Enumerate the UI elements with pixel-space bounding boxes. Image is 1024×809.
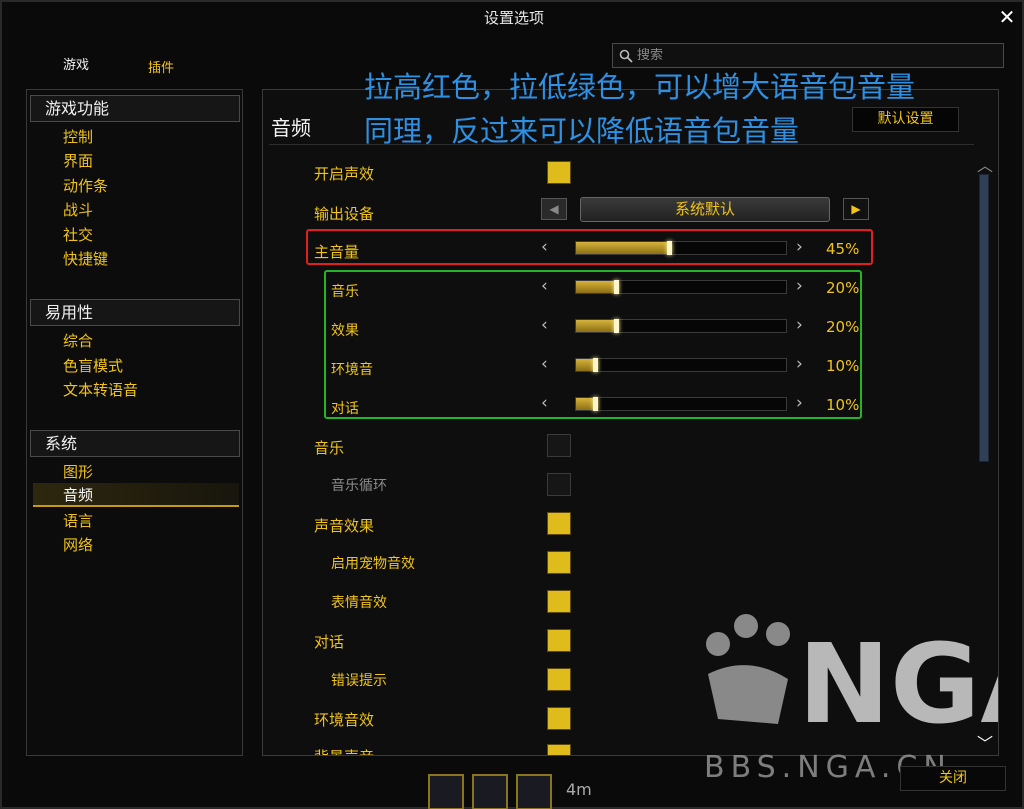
ambient-sounds-checkbox[interactable] bbox=[547, 707, 571, 730]
action-slot[interactable] bbox=[516, 774, 552, 809]
close-icon[interactable]: ✕ bbox=[996, 6, 1018, 28]
sidebar-item-text-to-speech[interactable]: 文本转语音 bbox=[63, 379, 138, 400]
ambience-volume-thumb[interactable] bbox=[593, 358, 598, 372]
pet-sounds-checkbox[interactable] bbox=[547, 551, 571, 574]
nga-logo-watermark: NGA bbox=[706, 614, 998, 734]
sidebar-item-controls[interactable]: 控制 bbox=[63, 126, 93, 147]
effects-volume-fill bbox=[576, 320, 618, 332]
sidebar-item-keybindings[interactable]: 快捷键 bbox=[63, 248, 108, 269]
music-volume-value: 20% bbox=[826, 279, 860, 297]
close-button[interactable]: 关闭 bbox=[900, 766, 1006, 791]
output-device-dropdown[interactable]: 系统默认 bbox=[580, 197, 830, 222]
sidebar-item-interface[interactable]: 界面 bbox=[63, 150, 93, 171]
action-slot[interactable] bbox=[472, 774, 508, 809]
output-device-label: 输出设备 bbox=[314, 205, 375, 223]
settings-window: 设置选项 ✕ 游戏 插件 游戏功能 控制 界面 动作条 战斗 社交 快捷键 易用… bbox=[0, 0, 1024, 809]
output-device-prev-button[interactable]: ◀ bbox=[541, 198, 567, 220]
sound-effects-label: 声音效果 bbox=[314, 517, 375, 535]
effects-volume-increase-icon[interactable]: › bbox=[796, 315, 803, 335]
dialog-volume-decrease-icon[interactable]: ‹ bbox=[541, 393, 548, 413]
tab-addons[interactable]: 插件 bbox=[148, 57, 174, 76]
default-settings-button[interactable]: 默认设置 bbox=[852, 107, 959, 132]
effects-volume-slider[interactable] bbox=[575, 319, 787, 333]
ambient-sounds-label: 环境音效 bbox=[314, 711, 375, 729]
category-header-gameplay[interactable]: 游戏功能 bbox=[30, 95, 240, 122]
title-bar: 设置选项 ✕ bbox=[2, 2, 1024, 36]
window-title: 设置选项 bbox=[483, 9, 544, 27]
sidebar-item-colorblind[interactable]: 色盲模式 bbox=[63, 355, 123, 376]
search-icon bbox=[619, 49, 633, 63]
dialog-volume-thumb[interactable] bbox=[593, 397, 598, 411]
dialog-toggle-label: 对话 bbox=[314, 633, 345, 651]
music-loop-checkbox[interactable] bbox=[547, 473, 571, 496]
music-volume-label: 音乐 bbox=[331, 284, 359, 300]
effects-volume-label: 效果 bbox=[331, 323, 359, 339]
sidebar-item-audio[interactable]: 音频 bbox=[33, 483, 239, 507]
ambience-volume-label: 环境音 bbox=[331, 362, 373, 378]
dialog-volume-value: 10% bbox=[826, 396, 860, 414]
ambience-volume-decrease-icon[interactable]: ‹ bbox=[541, 354, 548, 374]
background-sound-label: 背景声音 bbox=[314, 746, 374, 755]
watermark-logo-text: NGA bbox=[798, 620, 998, 734]
master-volume-fill bbox=[576, 242, 671, 254]
page-title: 音频 bbox=[271, 116, 311, 140]
action-bar-fragment: 4m bbox=[426, 770, 596, 809]
master-volume-thumb[interactable] bbox=[667, 241, 672, 255]
master-volume-value: 45% bbox=[826, 240, 860, 258]
dialog-volume-label: 对话 bbox=[331, 401, 359, 417]
sidebar-item-combat[interactable]: 战斗 bbox=[63, 199, 93, 220]
action-slot[interactable] bbox=[428, 774, 464, 809]
effects-volume-thumb[interactable] bbox=[614, 319, 619, 333]
dialog-volume-increase-icon[interactable]: › bbox=[796, 393, 803, 413]
sidebar-item-graphics[interactable]: 图形 bbox=[63, 461, 93, 482]
ambience-volume-increase-icon[interactable]: › bbox=[796, 354, 803, 374]
master-volume-slider[interactable] bbox=[575, 241, 787, 255]
music-volume-slider[interactable] bbox=[575, 280, 787, 294]
category-sidebar: 游戏功能 控制 界面 动作条 战斗 社交 快捷键 易用性 综合 色盲模式 文本转… bbox=[26, 89, 243, 756]
enable-sound-checkbox[interactable] bbox=[547, 161, 571, 184]
pet-sounds-label: 启用宠物音效 bbox=[331, 556, 415, 572]
error-speech-label: 错误提示 bbox=[331, 673, 387, 689]
sidebar-item-social[interactable]: 社交 bbox=[63, 224, 93, 245]
sidebar-item-actionbars[interactable]: 动作条 bbox=[63, 175, 108, 196]
music-toggle-label: 音乐 bbox=[314, 439, 345, 457]
scroll-thumb[interactable] bbox=[979, 174, 989, 462]
ambience-volume-value: 10% bbox=[826, 357, 860, 375]
master-volume-label: 主音量 bbox=[314, 243, 360, 261]
music-toggle-checkbox[interactable] bbox=[547, 434, 571, 457]
sidebar-item-general[interactable]: 综合 bbox=[63, 330, 93, 351]
sound-effects-checkbox[interactable] bbox=[547, 512, 571, 535]
emote-sounds-label: 表情音效 bbox=[331, 595, 387, 611]
music-volume-thumb[interactable] bbox=[614, 280, 619, 294]
music-volume-increase-icon[interactable]: › bbox=[796, 276, 803, 296]
dialog-toggle-checkbox[interactable] bbox=[547, 629, 571, 652]
enable-sound-label: 开启声效 bbox=[314, 165, 375, 183]
effects-volume-value: 20% bbox=[826, 318, 860, 336]
error-speech-checkbox[interactable] bbox=[547, 668, 571, 691]
category-header-accessibility[interactable]: 易用性 bbox=[30, 299, 240, 326]
background-sound-checkbox[interactable] bbox=[547, 744, 571, 755]
annotation-line-2: 同理，反过来可以降低语音包音量 bbox=[364, 114, 800, 148]
emote-sounds-checkbox[interactable] bbox=[547, 590, 571, 613]
master-volume-decrease-icon[interactable]: ‹ bbox=[541, 237, 548, 257]
scroll-up-icon[interactable]: ︿ bbox=[977, 152, 993, 176]
sidebar-item-language[interactable]: 语言 bbox=[63, 510, 93, 531]
dialog-volume-slider[interactable] bbox=[575, 397, 787, 411]
effects-volume-decrease-icon[interactable]: ‹ bbox=[541, 315, 548, 335]
output-device-next-button[interactable]: ▶ bbox=[843, 198, 869, 220]
ambience-volume-slider[interactable] bbox=[575, 358, 787, 372]
music-volume-decrease-icon[interactable]: ‹ bbox=[541, 276, 548, 296]
tab-game[interactable]: 游戏 bbox=[63, 54, 89, 73]
cooldown-text: 4m bbox=[566, 780, 592, 799]
search-input[interactable] bbox=[637, 48, 977, 63]
music-volume-fill bbox=[576, 281, 618, 293]
music-loop-label: 音乐循环 bbox=[331, 478, 387, 494]
master-volume-increase-icon[interactable]: › bbox=[796, 237, 803, 257]
sidebar-item-network[interactable]: 网络 bbox=[63, 534, 93, 555]
category-header-system[interactable]: 系统 bbox=[30, 430, 240, 457]
annotation-line-1: 拉高红色，拉低绿色，可以增大语音包音量 bbox=[364, 70, 916, 104]
